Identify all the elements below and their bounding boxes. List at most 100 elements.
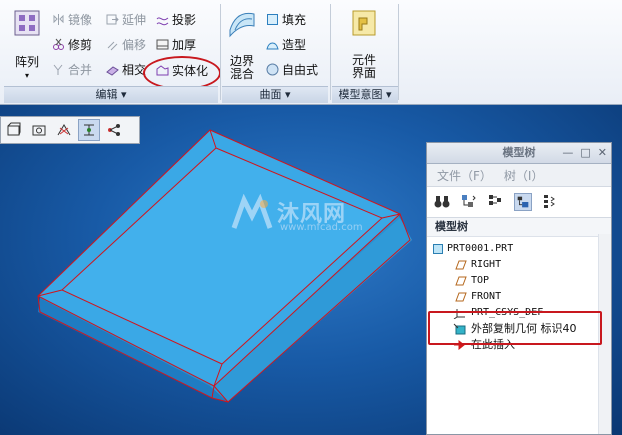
- model-intent-group-label-text: 模型意图: [338, 88, 383, 101]
- fill-button[interactable]: 填充: [266, 10, 306, 29]
- restore-icon[interactable]: □: [580, 143, 590, 163]
- tree-node-label: TOP: [471, 275, 490, 286]
- trim-icon: [53, 38, 64, 50]
- solidify-highlight-ellipse: [143, 56, 221, 90]
- datum-display-icon: [57, 124, 71, 136]
- mirror-icon: [53, 14, 64, 25]
- camera-icon: [32, 125, 46, 136]
- watermark-url: www.mfcad.com: [280, 222, 363, 233]
- project-button[interactable]: 投影: [156, 10, 196, 29]
- model-intent-group-dropdown-icon: ▾: [385, 88, 392, 101]
- surface-group-label[interactable]: 曲面 ▾: [222, 86, 328, 103]
- menu-file[interactable]: 文件（F）: [437, 167, 492, 184]
- menu-tree[interactable]: 树（I）: [504, 167, 544, 184]
- freeform-button[interactable]: 自由式: [266, 60, 318, 79]
- project-icon: [156, 17, 169, 26]
- window-controls: — □ ✕: [562, 143, 607, 163]
- fill-icon: [267, 14, 278, 25]
- edit-group-label-text: 编辑: [95, 88, 118, 101]
- offset-button[interactable]: 偏移: [106, 35, 146, 54]
- find-binoculars-icon[interactable]: [433, 193, 451, 211]
- intersect-button[interactable]: 相交: [106, 60, 146, 79]
- part-icon: [433, 244, 443, 254]
- component-interface-button[interactable]: 元件 界面: [344, 8, 384, 80]
- watermark-logo-icon: [231, 194, 273, 229]
- style-icon: [266, 42, 279, 50]
- extend-icon: [106, 14, 119, 25]
- merge-label: 合并: [68, 63, 93, 77]
- pattern-icon: [14, 10, 40, 36]
- watermark: 沐风网 www.mfcad.com: [230, 192, 400, 238]
- style-label: 造型: [282, 38, 307, 52]
- spin-center-icon: [84, 124, 94, 136]
- view-manager-icon: [7, 122, 21, 136]
- mirror-button[interactable]: 镜像: [52, 10, 92, 29]
- model-tree-menubar: 文件（F） 树（I）: [427, 164, 611, 187]
- datum-plane-icon: [455, 276, 467, 286]
- edit-group-dropdown-icon: ▾: [120, 88, 127, 101]
- model-tree-title: 模型树: [502, 146, 536, 159]
- project-label: 投影: [172, 13, 197, 27]
- component-interface-label: 元件 界面: [351, 53, 376, 80]
- extend-button[interactable]: 延伸: [106, 10, 146, 29]
- network-nodes-icon: [108, 124, 120, 136]
- offset-label: 偏移: [122, 38, 147, 52]
- close-icon[interactable]: ✕: [598, 143, 607, 163]
- tree-node-top-plane[interactable]: TOP: [427, 273, 611, 289]
- expand-tree-icon[interactable]: [541, 193, 559, 211]
- mirror-label: 镜像: [68, 13, 93, 27]
- ribbon-separator: [398, 4, 399, 100]
- view-manager-button[interactable]: [3, 119, 25, 141]
- ribbon-separator: [220, 4, 221, 100]
- show-layers-icon[interactable]: [514, 193, 532, 211]
- model-tree-header: 模型树: [427, 218, 611, 237]
- edit-group-label[interactable]: 编辑 ▾: [4, 86, 218, 103]
- boundary-blend-button[interactable]: 边界 混合: [224, 8, 260, 81]
- tree-node-label: RIGHT: [471, 259, 502, 270]
- extend-label: 延伸: [122, 13, 147, 27]
- boundary-blend-label: 边界 混合: [229, 54, 254, 81]
- pattern-label: 阵列: [14, 55, 39, 69]
- tree-node-front-plane[interactable]: FRONT: [427, 289, 611, 305]
- style-button[interactable]: 造型: [266, 35, 306, 54]
- offset-icon: [107, 41, 118, 51]
- pattern-button[interactable]: 阵列 ▾: [8, 8, 46, 82]
- thicken-label: 加厚: [172, 38, 197, 52]
- minimize-icon[interactable]: —: [562, 143, 573, 163]
- freeform-icon: [266, 63, 279, 76]
- tree-settings-icon[interactable]: [460, 193, 478, 211]
- component-interface-icon: [352, 10, 376, 36]
- tree-node-right-plane[interactable]: RIGHT: [427, 257, 611, 273]
- annotation-display-button[interactable]: [103, 119, 125, 141]
- datum-plane-icon: [455, 292, 467, 302]
- tree-node-part[interactable]: PRT0001.PRT: [427, 241, 611, 257]
- trim-button[interactable]: 修剪: [52, 35, 92, 54]
- datum-display-button[interactable]: [53, 119, 75, 141]
- tree-node-label: PRT0001.PRT: [447, 243, 514, 254]
- tree-node-label: FRONT: [471, 291, 502, 302]
- external-copy-geometry-highlight: [428, 311, 602, 345]
- ribbon: 阵列 ▾ 镜像 修剪 合并 延伸 偏移 相交 投影 加厚 实体化 边界 混合 填…: [0, 0, 622, 105]
- tree-columns-icon[interactable]: [487, 193, 505, 211]
- ribbon-separator: [330, 4, 331, 100]
- saved-views-button[interactable]: [28, 119, 50, 141]
- fill-label: 填充: [282, 13, 307, 27]
- spin-center-button[interactable]: [78, 119, 100, 141]
- merge-icon: [53, 64, 63, 75]
- model-tree-titlebar: 模型树 — □ ✕: [427, 143, 611, 164]
- surface-group-label-text: 曲面: [259, 88, 282, 101]
- merge-button[interactable]: 合并: [52, 60, 92, 79]
- intersect-icon: [106, 66, 119, 76]
- freeform-label: 自由式: [282, 63, 319, 77]
- surface-group-dropdown-icon: ▾: [284, 88, 291, 101]
- trim-label: 修剪: [68, 38, 93, 52]
- thicken-button[interactable]: 加厚: [156, 35, 196, 54]
- model-intent-group-label[interactable]: 模型意图 ▾: [332, 86, 398, 103]
- pattern-dropdown-icon[interactable]: ▾: [8, 69, 46, 82]
- datum-plane-icon: [455, 260, 467, 270]
- model-tree-panel: 模型树 — □ ✕ 文件（F） 树（I） 模型树 PRT0001.PRT RIG…: [426, 142, 612, 435]
- model-tree-toolbar: [427, 187, 611, 218]
- boundary-blend-icon: [229, 12, 255, 38]
- graphics-toolbar: [0, 116, 140, 144]
- thicken-icon: [156, 39, 169, 50]
